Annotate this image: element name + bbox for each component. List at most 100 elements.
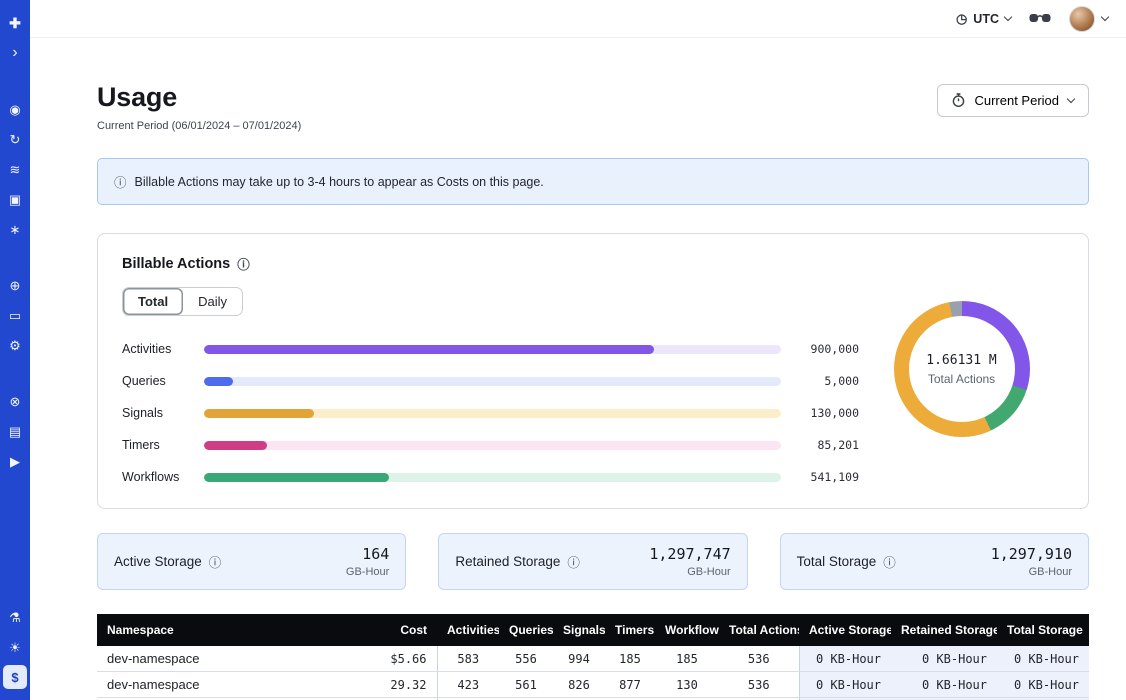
cell-cost: $5.66 [352,646,437,672]
bar-fill [204,377,233,386]
active-storage-label: Active Storage [114,554,202,569]
cell-signals: 994 [553,646,605,672]
cloud-icon[interactable]: ⊕ [3,273,27,297]
tab-daily[interactable]: Daily [183,288,242,315]
chevron-down-icon [1067,95,1075,103]
period-button-label: Current Period [974,93,1059,108]
col-retained-storage: Retained Storage [891,614,997,646]
bar-track [204,473,781,482]
bar-fill [204,345,654,354]
bar-track [204,377,781,386]
period-select-button[interactable]: Current Period [937,84,1089,117]
retained-storage-card: Retained Storage ⓘ 1,297,747 GB-Hour [438,533,747,590]
cell-retained-storage: 0 KB-Hour [891,672,997,698]
topbar: ◷ UTC [30,0,1126,38]
active-storage-card: Active Storage ⓘ 164 GB-Hour [97,533,406,590]
cell-total-actions: 536 [719,646,799,672]
bar-label: Workflows [122,470,204,484]
bar-fill [204,409,314,418]
active-storage-value: 164 [346,545,389,563]
total-storage-label: Total Storage [797,554,877,569]
page-title: Usage [97,82,301,113]
col-cost: Cost [352,614,437,646]
collapse-sidebar-icon[interactable]: › [3,41,27,65]
total-actions-donut: 1.66131 M Total Actions [894,301,1030,437]
cell-signals: 826 [553,672,605,698]
info-icon[interactable]: ⓘ [883,552,896,571]
bar-value: 5,000 [781,374,859,388]
chevron-down-icon [1004,13,1012,21]
support-icon[interactable]: ⊗ [3,389,27,413]
workflows-icon[interactable]: ≋ [3,157,27,181]
bar-value: 130,000 [781,406,859,420]
theme-icon[interactable]: ☀ [3,635,27,659]
billing-icon[interactable]: ▭ [3,303,27,327]
billable-bar-chart: Activities 900,000 Queries 5,000 Signals… [122,342,859,484]
cell-queries: 561 [499,672,553,698]
cell-queries: 556 [499,646,553,672]
page-subtitle: Current Period (06/01/2024 – 07/01/2024) [97,120,301,132]
deployments-icon[interactable]: ▣ [3,187,27,211]
info-banner: ⓘ Billable Actions may take up to 3-4 ho… [97,158,1089,205]
namespace-link[interactable]: dev-namespace [107,677,200,692]
retained-storage-label: Retained Storage [455,554,560,569]
cell-active-storage: 0 KB-Hour [799,646,891,672]
retained-storage-value: 1,297,747 [649,545,730,563]
user-menu[interactable] [1069,6,1108,32]
bar-row-signals: Signals 130,000 [122,406,859,420]
billable-view-tabs: Total Daily [122,287,243,316]
cell-timers: 877 [605,672,655,698]
bar-value: 85,201 [781,438,859,452]
bar-row-workflows: Workflows 541,109 [122,470,859,484]
tab-total[interactable]: Total [123,288,183,315]
col-workflows: Workflows [655,614,719,646]
bar-track [204,345,781,354]
cell-total-actions: 536 [719,672,799,698]
col-total-storage: Total Storage [997,614,1089,646]
info-icon[interactable]: ⓘ [209,552,222,571]
info-icon[interactable]: ⓘ [237,254,250,273]
retained-storage-unit: GB-Hour [649,566,730,578]
namespaces-icon[interactable]: ◉ [3,97,27,121]
chevron-down-icon [1101,13,1109,21]
total-storage-card: Total Storage ⓘ 1,297,910 GB-Hour [780,533,1089,590]
table-row: dev-namespace 29.32 423 561 826 877 130 … [97,672,1089,698]
schedules-icon[interactable]: ↻ [3,127,27,151]
billable-actions-card: Billable Actions ⓘ Total Daily Activitie… [97,233,1089,509]
col-signals: Signals [553,614,605,646]
bar-fill [204,441,267,450]
avatar[interactable] [1069,6,1095,32]
docs-icon[interactable]: ▤ [3,419,27,443]
bar-label: Activities [122,342,204,356]
bar-value: 541,109 [781,470,859,484]
donut-center-value: 1.66131 M [926,353,996,368]
col-activities: Activities [437,614,499,646]
glasses-icon[interactable] [1029,12,1051,25]
bar-label: Signals [122,406,204,420]
bar-track [204,441,781,450]
info-icon[interactable]: ⓘ [567,552,580,571]
info-icon: ⓘ [114,172,127,191]
timezone-label: UTC [973,12,999,26]
temporal-logo-icon[interactable]: ✚ [3,11,27,35]
nexus-icon[interactable]: ∗ [3,217,27,241]
total-storage-value: 1,297,910 [991,545,1072,563]
billable-actions-title: Billable Actions [122,256,230,272]
cell-timers: 185 [605,646,655,672]
getting-started-icon[interactable]: ▶ [3,449,27,473]
cell-active-storage: 0 KB-Hour [799,672,891,698]
bar-label: Queries [122,374,204,388]
usage-icon[interactable]: $ [3,665,27,689]
content: Usage Current Period (06/01/2024 – 07/01… [30,38,1126,700]
labs-icon[interactable]: ⚗ [3,605,27,629]
cell-workflows: 130 [655,672,719,698]
col-namespace: Namespace [97,614,352,646]
cell-total-storage: 0 KB-Hour [997,672,1089,698]
bar-fill [204,473,389,482]
settings-icon[interactable]: ⚙ [3,333,27,357]
info-banner-text: Billable Actions may take up to 3-4 hour… [135,175,544,189]
bar-label: Timers [122,438,204,452]
namespace-link[interactable]: dev-namespace [107,651,200,666]
timezone-selector[interactable]: ◷ UTC [956,11,1011,27]
bar-value: 900,000 [781,342,859,356]
